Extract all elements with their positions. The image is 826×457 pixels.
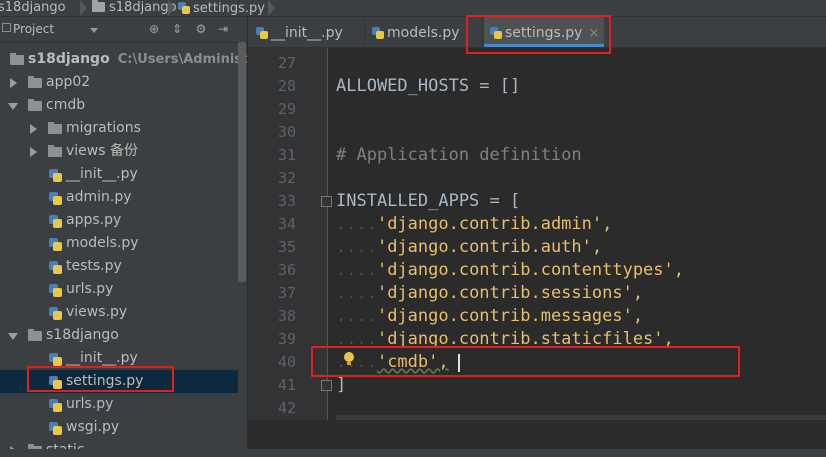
line-number: 32: [277, 169, 296, 187]
python-file-icon: [49, 238, 62, 251]
project-scrollbar[interactable]: [238, 42, 246, 282]
code-line[interactable]: ....'django.contrib.contenttypes',: [336, 259, 684, 282]
python-file-icon: [49, 192, 62, 205]
line-number: 29: [277, 100, 296, 118]
line-number: 33: [277, 192, 296, 210]
tree-item-models[interactable]: models.py: [0, 232, 238, 255]
navigation-breadcrumb: s18django s18django settings.py: [0, 0, 826, 17]
tree-item-s18django[interactable]: s18django: [0, 324, 238, 347]
line-number: 41: [277, 376, 296, 394]
fold-marker-icon[interactable]: [321, 380, 332, 391]
line-number: 30: [277, 123, 296, 141]
tree-item-cmdb-urls[interactable]: urls.py: [0, 278, 238, 301]
python-file-icon: [49, 261, 62, 274]
line-number: 27: [277, 54, 296, 72]
code-line[interactable]: ALLOWED_HOSTS = []: [336, 75, 520, 98]
expand-arrow-icon[interactable]: [30, 147, 37, 157]
code-line[interactable]: ....'django.contrib.admin',: [336, 213, 612, 236]
collapse-arrow-icon[interactable]: [8, 103, 18, 110]
breadcrumb-separator: [168, 0, 178, 16]
collapse-all-icon[interactable]: ⇕: [170, 22, 184, 36]
python-file-icon: [49, 284, 62, 297]
annotation-box-tree-item: [27, 366, 174, 392]
line-number: 36: [277, 261, 296, 279]
tree-item-views[interactable]: views.py: [0, 301, 238, 324]
line-number: 28: [277, 77, 296, 95]
python-file-icon: [372, 27, 384, 39]
code-line[interactable]: # Application definition: [336, 144, 582, 167]
code-line[interactable]: ....'django.contrib.sessions',: [336, 282, 643, 305]
line-number: 40: [277, 353, 296, 371]
project-view-icon: [2, 23, 11, 32]
code-line[interactable]: ....'django.contrib.messages',: [336, 305, 643, 328]
tree-item-cmdb-init[interactable]: __init__.py: [0, 163, 238, 186]
folder-icon: [48, 122, 62, 134]
fold-marker-icon[interactable]: [321, 196, 332, 207]
python-file-icon: [178, 2, 190, 14]
annotation-box-code-line: [311, 346, 740, 377]
horizontal-scrollbar[interactable]: [336, 415, 826, 420]
tree-item-wsgi[interactable]: wsgi.py: [0, 416, 238, 439]
hide-panel-icon[interactable]: ⇥: [216, 22, 230, 36]
line-number: 38: [277, 307, 296, 325]
folder-icon: [48, 145, 62, 157]
python-file-icon: [49, 169, 62, 182]
gear-icon[interactable]: ⚙: [194, 22, 208, 36]
tree-item-tests[interactable]: tests.py: [0, 255, 238, 278]
folder-icon: [10, 53, 24, 65]
python-file-icon: [49, 353, 62, 366]
tree-item-admin[interactable]: admin.py: [0, 186, 238, 209]
tree-item-views-backup[interactable]: views 备份: [0, 140, 238, 163]
editor-bottom-area: [248, 420, 826, 449]
chevron-down-icon[interactable]: [90, 28, 98, 33]
code-line[interactable]: INSTALLED_APPS = [: [336, 190, 520, 213]
python-file-icon: [49, 215, 62, 228]
breadcrumb-package[interactable]: s18django: [92, 0, 177, 16]
folder-icon: [28, 329, 42, 341]
folder-icon: [92, 0, 105, 12]
status-strip: [0, 449, 826, 457]
line-number: 37: [277, 284, 296, 302]
line-number: 35: [277, 238, 296, 256]
tree-root[interactable]: s18djangoC:\Users\Administrato: [0, 48, 247, 71]
python-file-icon: [49, 307, 62, 320]
code-line[interactable]: ]: [336, 374, 346, 397]
python-file-icon: [256, 27, 268, 39]
breadcrumb-separator: [80, 0, 90, 16]
line-number: 42: [277, 399, 296, 417]
line-number: 39: [277, 330, 296, 348]
folder-icon: [28, 99, 42, 111]
tree-item-cmdb[interactable]: cmdb: [0, 94, 238, 117]
tab-init[interactable]: __init__.py: [256, 17, 364, 47]
line-number: 31: [277, 146, 296, 164]
folder-icon: [28, 76, 42, 88]
expand-arrow-icon[interactable]: [30, 124, 37, 134]
tree-item-migrations[interactable]: migrations: [0, 117, 238, 140]
breadcrumb-file[interactable]: settings.py: [178, 0, 265, 16]
annotation-box-tab: [466, 15, 611, 54]
tab-models[interactable]: models.py: [372, 17, 480, 47]
code-line[interactable]: ....'django.contrib.auth',: [336, 236, 602, 259]
expand-arrow-icon[interactable]: [10, 78, 17, 88]
project-panel-header: Project ⊕ ⇕ ⚙ ⇥: [0, 17, 247, 43]
python-file-icon: [49, 422, 62, 435]
breadcrumb-project[interactable]: s18django: [0, 0, 66, 16]
tree-item-apps[interactable]: apps.py: [0, 209, 238, 232]
sync-icon[interactable]: ⊕: [147, 22, 161, 36]
tree-item-app02[interactable]: app02: [0, 71, 238, 94]
collapse-arrow-icon[interactable]: [8, 333, 18, 340]
python-file-icon: [49, 399, 62, 412]
project-view-selector[interactable]: Project: [13, 22, 54, 36]
line-number: 34: [277, 215, 296, 233]
breadcrumb-separator: [268, 0, 278, 16]
tree-item-s18-urls[interactable]: urls.py: [0, 393, 238, 416]
